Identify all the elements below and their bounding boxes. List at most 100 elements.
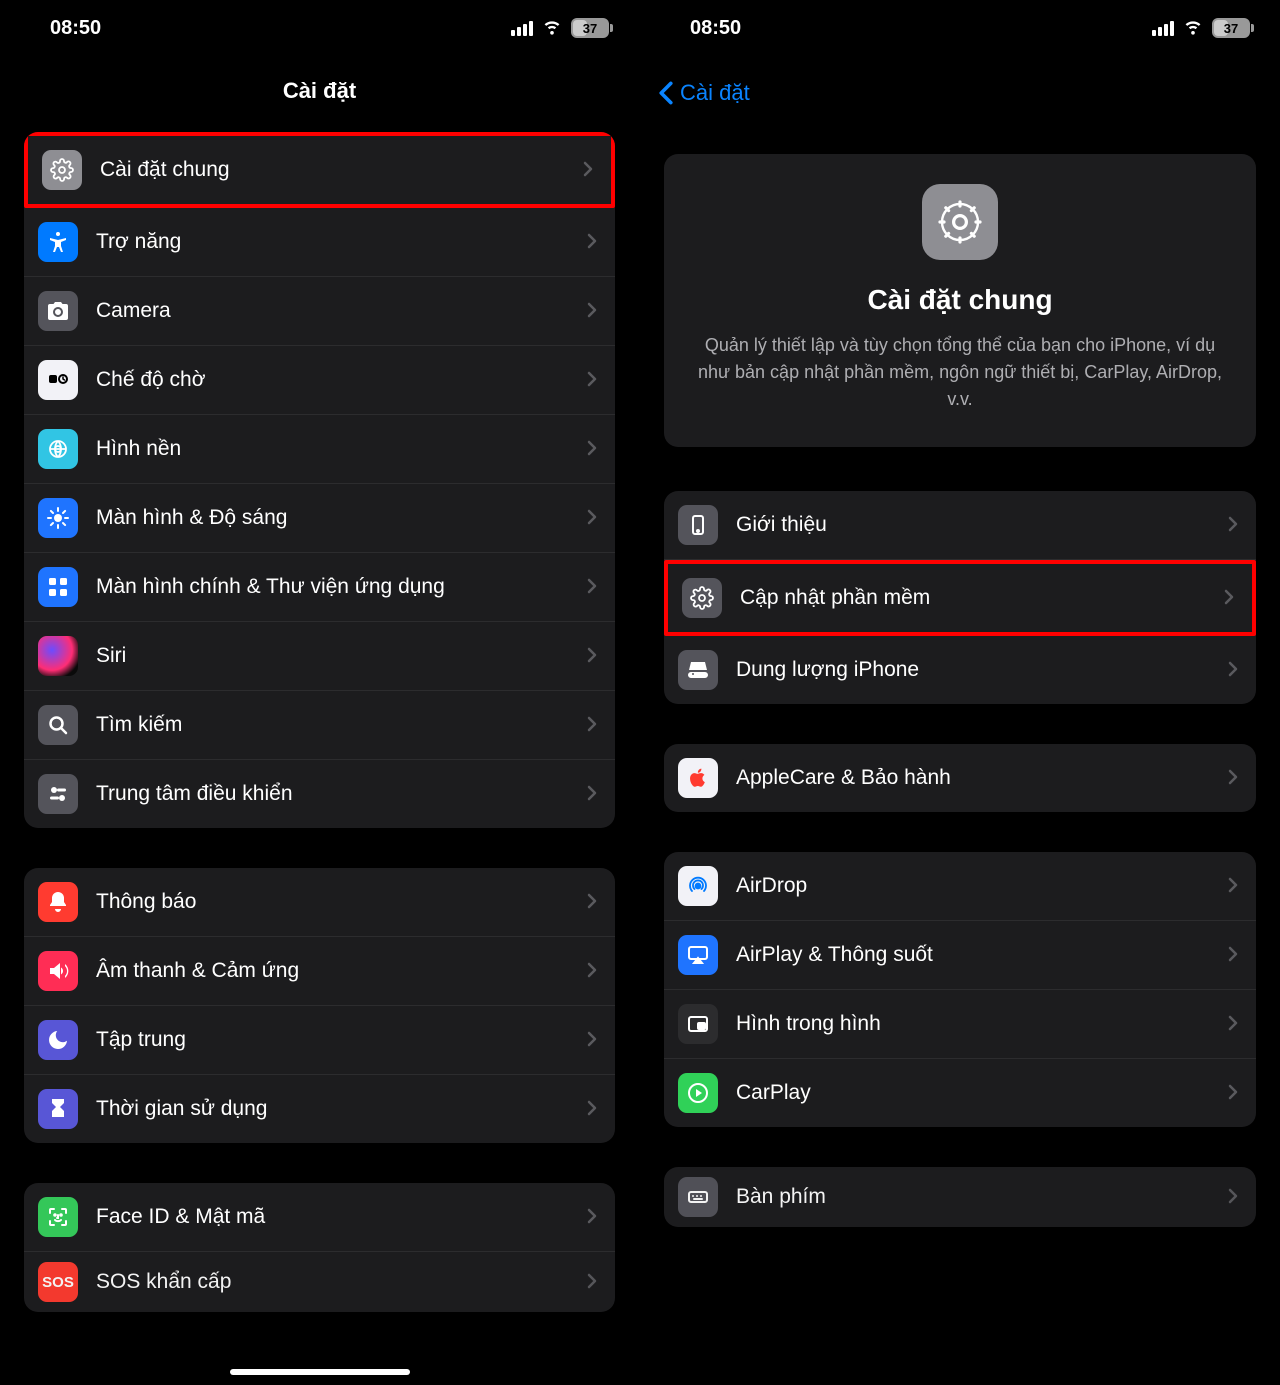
chevron-right-icon: [587, 781, 597, 807]
row-screentime[interactable]: Thời gian sử dụng: [24, 1075, 615, 1143]
chevron-right-icon: [587, 1027, 597, 1053]
row-sos[interactable]: SOS SOS khẩn cấp: [24, 1252, 615, 1312]
chevron-right-icon: [1228, 1011, 1238, 1037]
row-storage[interactable]: Dung lượng iPhone: [664, 636, 1256, 704]
row-about[interactable]: Giới thiệu: [664, 491, 1256, 560]
wallpaper-icon: [38, 429, 78, 469]
gear-icon: [42, 150, 82, 190]
chevron-right-icon: [587, 1096, 597, 1122]
row-homescreen[interactable]: Màn hình chính & Thư viện ứng dụng: [24, 553, 615, 622]
row-label: Tìm kiếm: [96, 712, 569, 738]
chevron-right-icon: [1228, 942, 1238, 968]
row-carplay[interactable]: CarPlay: [664, 1059, 1256, 1127]
apps-icon: [38, 567, 78, 607]
row-label: CarPlay: [736, 1080, 1210, 1106]
chevron-right-icon: [587, 574, 597, 600]
cellular-icon: [1152, 20, 1174, 36]
gear-icon: [922, 184, 998, 260]
row-airplay[interactable]: AirPlay & Thông suốt: [664, 921, 1256, 990]
page-title: Cài đặt: [0, 56, 639, 132]
chevron-right-icon: [587, 1269, 597, 1295]
back-button[interactable]: Cài đặt: [640, 56, 1280, 120]
moon-icon: [38, 1020, 78, 1060]
hero-card: Cài đặt chung Quản lý thiết lập và tùy c…: [664, 154, 1256, 447]
settings-group: AirDrop AirPlay & Thông suốt Hình trong hì…: [664, 852, 1256, 1127]
gear-icon: [682, 578, 722, 618]
row-faceid[interactable]: Face ID & Mật mã: [24, 1183, 615, 1252]
row-label: Face ID & Mật mã: [96, 1204, 569, 1230]
row-controlcenter[interactable]: Trung tâm điều khiển: [24, 760, 615, 828]
chevron-right-icon: [587, 712, 597, 738]
sliders-icon: [38, 774, 78, 814]
chevron-right-icon: [1228, 1184, 1238, 1210]
row-label: Hình trong hình: [736, 1011, 1210, 1037]
row-software-update[interactable]: Cập nhật phần mềm: [664, 560, 1256, 636]
accessibility-icon: [38, 222, 78, 262]
airplay-icon: [678, 935, 718, 975]
chevron-right-icon: [587, 298, 597, 324]
chevron-right-icon: [587, 643, 597, 669]
cellular-icon: [511, 20, 533, 36]
row-pip[interactable]: Hình trong hình: [664, 990, 1256, 1059]
home-indicator[interactable]: [230, 1369, 410, 1375]
settings-group: Face ID & Mật mã SOS SOS khẩn cấp: [24, 1183, 615, 1312]
row-label: Cài đặt chung: [100, 157, 565, 183]
row-label: Dung lượng iPhone: [736, 657, 1210, 683]
row-focus[interactable]: Tập trung: [24, 1006, 615, 1075]
row-standby[interactable]: Chế độ chờ: [24, 346, 615, 415]
airdrop-icon: [678, 866, 718, 906]
chevron-right-icon: [1228, 765, 1238, 791]
row-keyboard[interactable]: Bàn phím: [664, 1167, 1256, 1227]
sos-icon: SOS: [38, 1262, 78, 1302]
standby-icon: [38, 360, 78, 400]
row-display[interactable]: Màn hình & Độ sáng: [24, 484, 615, 553]
row-wallpaper[interactable]: Hình nền: [24, 415, 615, 484]
search-icon: [38, 705, 78, 745]
carplay-icon: [678, 1073, 718, 1113]
row-notifications[interactable]: Thông báo: [24, 868, 615, 937]
chevron-right-icon: [1228, 1080, 1238, 1106]
row-label: SOS khẩn cấp: [96, 1269, 569, 1295]
row-search[interactable]: Tìm kiếm: [24, 691, 615, 760]
speaker-icon: [38, 951, 78, 991]
row-airdrop[interactable]: AirDrop: [664, 852, 1256, 921]
hourglass-icon: [38, 1089, 78, 1129]
chevron-right-icon: [587, 958, 597, 984]
chevron-right-icon: [587, 1204, 597, 1230]
row-label: AirPlay & Thông suốt: [736, 942, 1210, 968]
settings-list: Cài đặt chung Trợ năngCameraChế độ chờ Hìn…: [0, 132, 639, 1312]
chevron-right-icon: [587, 229, 597, 255]
status-bar: 08:50 37: [640, 0, 1280, 56]
settings-group: Cài đặt chung Trợ năngCameraChế độ chờ Hìn…: [24, 132, 615, 828]
chevron-right-icon: [587, 367, 597, 393]
apple-icon: [678, 758, 718, 798]
row-siri[interactable]: Siri: [24, 622, 615, 691]
pip-icon: [678, 1004, 718, 1044]
row-label: Giới thiệu: [736, 512, 1210, 538]
row-general[interactable]: Cài đặt chung: [24, 132, 615, 208]
chevron-right-icon: [1228, 657, 1238, 683]
bell-icon: [38, 882, 78, 922]
battery-icon: 37: [1212, 18, 1250, 38]
settings-group: Giới thiệu Cập nhật phần mềm Dung lượng iP…: [664, 491, 1256, 704]
row-label: Trung tâm điều khiển: [96, 781, 569, 807]
phone-right-general: 08:50 37 Cài đặt Cài đặt chung Quản lý t…: [640, 0, 1280, 1385]
row-label: AirDrop: [736, 873, 1210, 899]
row-label: Tập trung: [96, 1027, 569, 1053]
general-settings-content: Cài đặt chung Quản lý thiết lập và tùy c…: [640, 154, 1280, 1227]
settings-group: Bàn phím: [664, 1167, 1256, 1227]
settings-group: AppleCare & Bảo hành: [664, 744, 1256, 812]
chevron-right-icon: [587, 505, 597, 531]
row-camera[interactable]: Camera: [24, 277, 615, 346]
keyboard-icon: [678, 1177, 718, 1217]
chevron-right-icon: [1228, 512, 1238, 538]
row-sounds[interactable]: Âm thanh & Cảm ứng: [24, 937, 615, 1006]
row-label: Màn hình & Độ sáng: [96, 505, 569, 531]
row-label: Âm thanh & Cảm ứng: [96, 958, 569, 984]
wifi-icon: [1182, 14, 1204, 42]
row-accessibility[interactable]: Trợ năng: [24, 208, 615, 277]
chevron-right-icon: [587, 889, 597, 915]
row-applecare[interactable]: AppleCare & Bảo hành: [664, 744, 1256, 812]
row-label: Hình nền: [96, 436, 569, 462]
hero-description: Quản lý thiết lập và tùy chọn tổng thể c…: [690, 332, 1230, 413]
